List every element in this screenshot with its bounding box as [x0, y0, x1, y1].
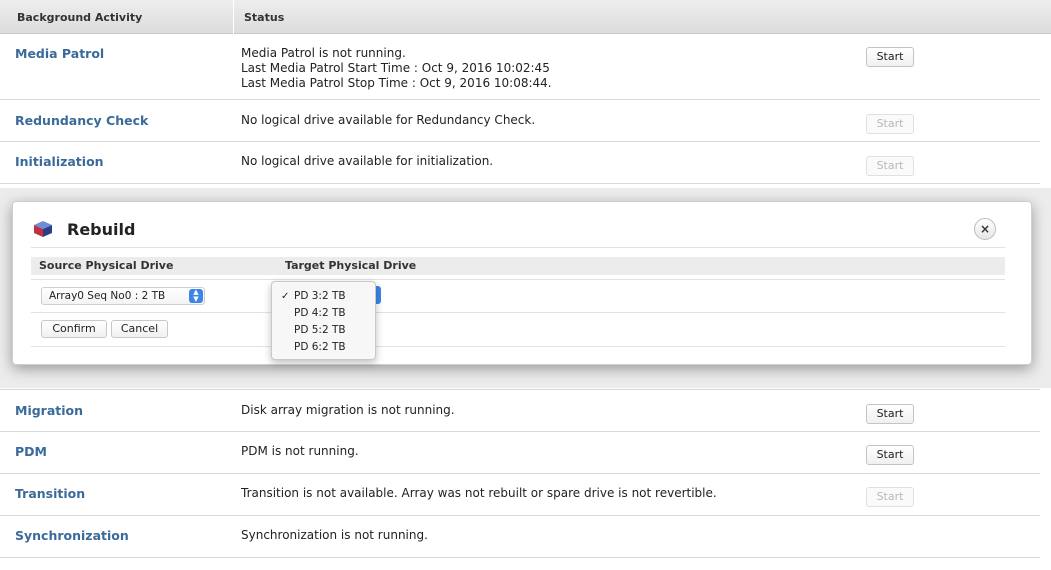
table-row: Media Patrol Media Patrol is not running…: [0, 34, 1040, 100]
table-header: Background Activity Status: [0, 0, 1051, 34]
column-header-status: Status: [233, 0, 284, 34]
source-drive-select[interactable]: Array0 Seq No0 : 2 TB ▲ ▼: [41, 287, 205, 305]
confirm-button[interactable]: Confirm: [41, 320, 107, 338]
dropdown-option-pd3[interactable]: ✓ PD 3:2 TB: [272, 289, 375, 304]
status-text: Media Patrol is not running. Last Media …: [241, 46, 552, 90]
activity-link-synchronization[interactable]: Synchronization: [15, 528, 129, 543]
status-text: Transition is not available. Array was n…: [241, 486, 717, 500]
rebuild-dialog: Rebuild × Source Physical Drive Target P…: [12, 201, 1032, 365]
table-row: Transition Transition is not available. …: [0, 474, 1040, 516]
dropdown-option-pd5[interactable]: PD 5:2 TB: [272, 323, 375, 338]
start-button[interactable]: Start: [866, 487, 914, 507]
activity-link-migration[interactable]: Migration: [15, 403, 83, 418]
start-button[interactable]: Start: [866, 445, 914, 465]
start-button[interactable]: Start: [866, 47, 914, 67]
cancel-button[interactable]: Cancel: [111, 320, 168, 338]
start-button[interactable]: Start: [866, 114, 914, 134]
divider: [31, 312, 1005, 313]
start-button[interactable]: Start: [866, 404, 914, 424]
activity-link-redundancy-check[interactable]: Redundancy Check: [15, 113, 148, 128]
column-header-source-drive: Source Physical Drive: [39, 259, 174, 272]
table-row: Redundancy Check No logical drive availa…: [0, 100, 1040, 142]
divider: [31, 346, 1005, 347]
divider: [31, 279, 1005, 280]
close-icon[interactable]: ×: [974, 218, 996, 240]
column-header-background-activity: Background Activity: [17, 11, 143, 24]
activity-link-transition[interactable]: Transition: [15, 486, 85, 501]
source-drive-value: Array0 Seq No0 : 2 TB: [49, 290, 166, 302]
dropdown-option-pd6[interactable]: PD 6:2 TB: [272, 340, 375, 355]
table-row: Migration Disk array migration is not ru…: [0, 389, 1040, 432]
table-row: Initialization No logical drive availabl…: [0, 142, 1040, 184]
select-arrows-icon: ▲ ▼: [189, 289, 203, 303]
activity-link-initialization[interactable]: Initialization: [15, 154, 104, 169]
divider: [31, 247, 1005, 248]
checkmark-icon: ✓: [281, 291, 290, 302]
dropdown-option-pd4[interactable]: PD 4:2 TB: [272, 306, 375, 321]
status-text: Synchronization is not running.: [241, 528, 428, 542]
table-row: Synchronization Synchronization is not r…: [0, 516, 1040, 558]
table-row: PDM PDM is not running. Start: [0, 432, 1040, 474]
rebuild-cube-icon: [34, 221, 52, 237]
status-text: PDM is not running.: [241, 444, 359, 458]
activity-link-pdm[interactable]: PDM: [15, 444, 47, 459]
dialog-column-header: [31, 257, 1005, 275]
status-text: Disk array migration is not running.: [241, 403, 455, 417]
target-drive-dropdown: ✓ PD 3:2 TB PD 4:2 TB PD 5:2 TB PD 6:2 T…: [271, 281, 376, 360]
dialog-title: Rebuild: [67, 220, 136, 239]
column-header-target-drive: Target Physical Drive: [285, 259, 417, 272]
status-text: No logical drive available for initializ…: [241, 154, 494, 168]
start-button[interactable]: Start: [866, 156, 914, 176]
activity-link-media-patrol[interactable]: Media Patrol: [15, 46, 104, 61]
status-text: No logical drive available for Redundanc…: [241, 113, 536, 127]
